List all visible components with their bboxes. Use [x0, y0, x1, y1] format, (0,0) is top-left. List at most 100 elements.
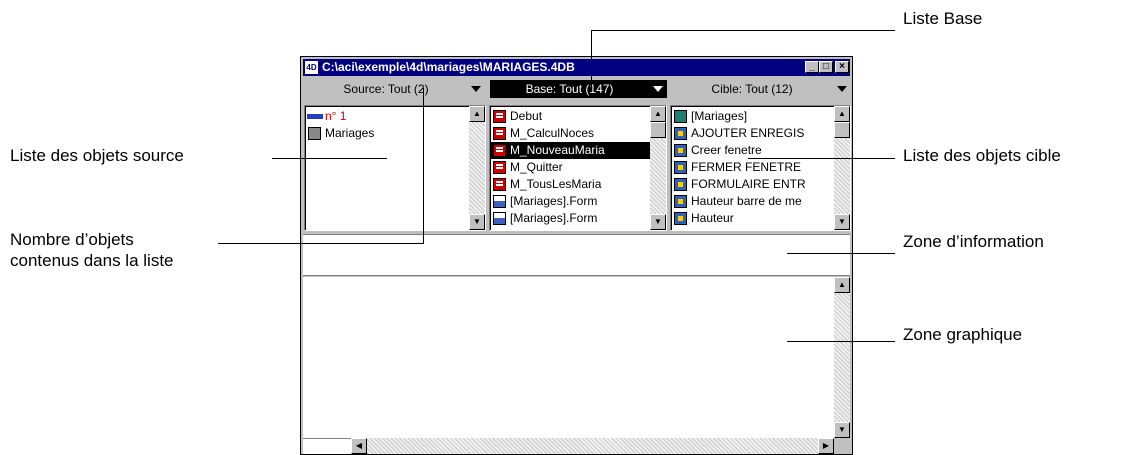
method-icon — [493, 178, 506, 191]
cible-header-dropdown[interactable]: Cible: Tout (12) — [671, 80, 851, 98]
leader-line-count-v — [423, 88, 424, 244]
form-icon — [493, 195, 506, 208]
leader-line-target-list — [748, 158, 895, 159]
chevron-down-icon — [471, 86, 481, 92]
list-item[interactable]: Hauteur barre de me — [671, 193, 850, 210]
list-item[interactable]: M_CalculNoces — [490, 125, 666, 142]
scroll-down-arrow-icon[interactable]: ▼ — [650, 214, 666, 230]
list-item[interactable]: n° 1 — [305, 108, 485, 125]
base-vertical-scrollbar[interactable]: ▲ ▼ — [650, 106, 666, 230]
list-item[interactable]: AJOUTER ENREGIS — [671, 125, 850, 142]
method-icon — [493, 144, 506, 157]
list-item[interactable]: Creer fenetre — [671, 142, 850, 159]
scroll-down-arrow-icon[interactable]: ▼ — [834, 422, 850, 438]
leader-line-info-zone — [787, 253, 895, 254]
info-zone — [303, 234, 850, 276]
list-item-label: M_CalculNoces — [510, 126, 595, 140]
4d-explorer-window: 4D C:\aci\exemple\4d\mariages\MARIAGES.4… — [300, 56, 853, 455]
base-header-label: Base: Tout (147) — [525, 82, 614, 96]
list-item[interactable]: Debut — [490, 108, 666, 125]
ruler-icon — [307, 114, 323, 119]
scroll-down-arrow-icon[interactable]: ▼ — [469, 214, 485, 230]
list-item[interactable]: [Mariages].Form — [490, 210, 666, 227]
list-item-selected[interactable]: M_NouveauMaria — [490, 142, 666, 159]
source-header-dropdown[interactable]: Source: Tout (2) — [305, 80, 485, 98]
list-item-label: Hauteur barre de me — [691, 194, 802, 208]
cible-vertical-scrollbar[interactable]: ▲ ▼ — [834, 106, 850, 230]
list-item-label: M_Quitter — [510, 160, 563, 174]
scroll-thumb[interactable] — [834, 122, 850, 138]
command-icon — [674, 161, 687, 174]
list-item[interactable]: Mariages — [305, 125, 485, 142]
source-header-label: Source: Tout (2) — [343, 82, 429, 96]
title-bar[interactable]: 4D C:\aci\exemple\4d\mariages\MARIAGES.4… — [303, 59, 850, 76]
scroll-up-arrow-icon[interactable]: ▲ — [834, 106, 850, 122]
list-item[interactable]: M_TousLesMaria — [490, 176, 666, 193]
leader-line-count — [218, 243, 423, 244]
command-icon — [674, 127, 687, 140]
zoom-field[interactable] — [303, 438, 351, 454]
list-item[interactable]: [Mariages].Form — [490, 193, 666, 210]
command-icon — [674, 178, 687, 191]
method-icon — [493, 127, 506, 140]
graphic-vertical-scrollbar[interactable]: ▲ ▼ — [834, 277, 850, 438]
scroll-up-arrow-icon[interactable]: ▲ — [650, 106, 666, 122]
list-item-label: AJOUTER ENREGIS — [691, 126, 805, 140]
chevron-down-icon — [837, 86, 847, 92]
command-icon — [674, 195, 687, 208]
base-icon — [308, 127, 321, 140]
list-item-label: Creer fenetre — [691, 143, 762, 157]
leader-line-liste-base — [591, 30, 895, 31]
command-icon — [674, 212, 687, 225]
list-item-label: [Mariages] — [691, 109, 748, 123]
list-item-label: M_NouveauMaria — [510, 143, 605, 157]
list-item-label: M_TousLesMaria — [510, 177, 602, 191]
scroll-corner — [834, 438, 850, 454]
list-item[interactable]: FERMER FENETRE — [671, 159, 850, 176]
table-icon — [674, 110, 687, 123]
list-item-label: FORMULAIRE ENTR — [691, 177, 806, 191]
cible-header-label: Cible: Tout (12) — [711, 82, 793, 96]
list-item-label: Mariages — [325, 126, 375, 140]
scroll-thumb[interactable] — [650, 122, 666, 138]
graphic-zone[interactable]: ▲ ▼ ◀ ▶ — [303, 277, 850, 454]
base-header-dropdown[interactable]: Base: Tout (147) — [490, 80, 667, 98]
callout-target-list: Liste des objets cible — [903, 146, 1061, 165]
method-icon — [493, 110, 506, 123]
window-title: C:\aci\exemple\4d\mariages\MARIAGES.4DB — [322, 60, 575, 74]
list-item[interactable]: M_Quitter — [490, 159, 666, 176]
callout-graph-zone: Zone graphique — [903, 325, 1023, 344]
cible-list[interactable]: [Mariages] AJOUTER ENREGIS Creer fenetre… — [670, 105, 851, 231]
scroll-right-arrow-icon[interactable]: ▶ — [818, 438, 834, 454]
list-item-label: n° 1 — [325, 109, 347, 123]
source-vertical-scrollbar[interactable]: ▲ ▼ — [469, 106, 485, 230]
scroll-down-arrow-icon[interactable]: ▼ — [834, 214, 850, 230]
list-item-label: Debut — [510, 109, 543, 123]
callout-info-zone: Zone d’information — [903, 232, 1044, 251]
callout-count-line2: contenus dans la liste — [10, 251, 174, 270]
callout-count-line1: Nombre d’objets — [10, 230, 134, 249]
list-item-label: Hauteur — [691, 211, 734, 225]
base-list[interactable]: Debut M_CalculNoces M_NouveauMaria M_Qui… — [489, 105, 667, 231]
minimize-button[interactable]: _ — [805, 61, 819, 73]
graphic-horizontal-scrollbar[interactable]: ◀ ▶ — [351, 438, 834, 454]
leader-line-graph-zone — [787, 341, 895, 342]
callout-liste-base: Liste Base — [903, 9, 983, 28]
source-list[interactable]: n° 1 Mariages ▲ ▼ — [304, 105, 486, 231]
maximize-button[interactable]: □ — [819, 61, 833, 73]
list-item[interactable]: Hauteur — [671, 210, 850, 227]
scroll-up-arrow-icon[interactable]: ▲ — [469, 106, 485, 122]
form-icon — [493, 212, 506, 225]
close-button[interactable]: × — [835, 61, 849, 73]
app-icon: 4D — [305, 61, 318, 74]
list-item-label: [Mariages].Form — [510, 211, 598, 225]
leader-line-liste-base-v — [591, 30, 592, 88]
list-item-label: [Mariages].Form — [510, 194, 598, 208]
list-item[interactable]: FORMULAIRE ENTR — [671, 176, 850, 193]
command-icon — [674, 144, 687, 157]
leader-line-source-list — [272, 158, 387, 159]
list-item[interactable]: [Mariages] — [671, 108, 850, 125]
method-icon — [493, 161, 506, 174]
scroll-up-arrow-icon[interactable]: ▲ — [834, 277, 850, 293]
scroll-left-arrow-icon[interactable]: ◀ — [351, 438, 367, 454]
